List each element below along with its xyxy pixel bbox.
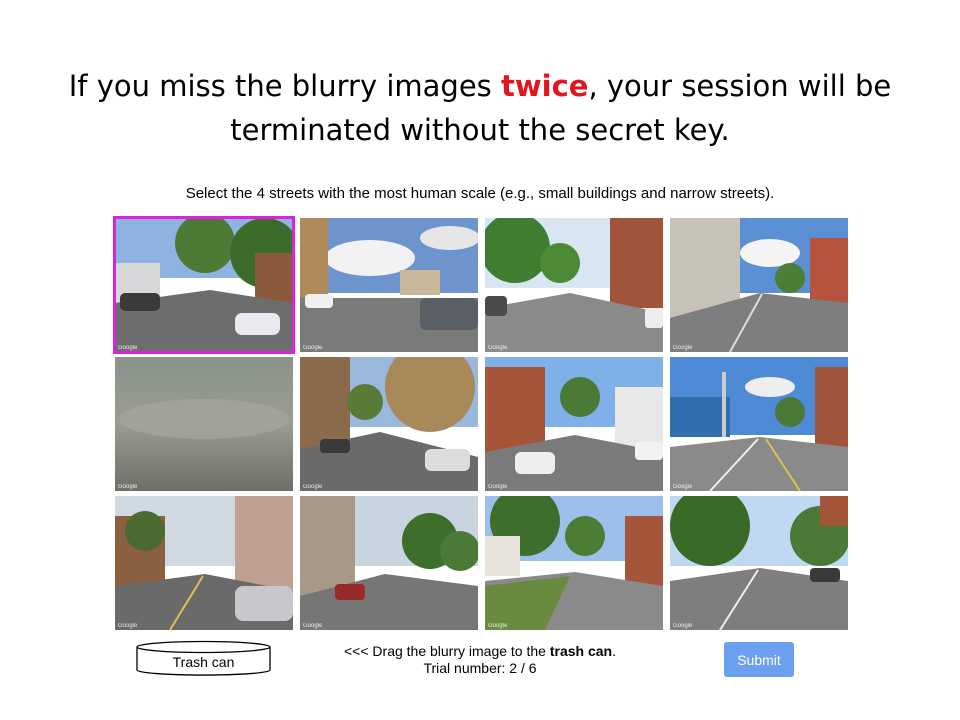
drag-hint-bold: trash can xyxy=(549,643,613,659)
street-image-3[interactable]: Google xyxy=(485,218,663,352)
headline-text-before: If you miss the blurry images xyxy=(68,69,501,103)
street-image-6[interactable]: Google xyxy=(300,357,478,491)
street-photo-4 xyxy=(670,218,848,352)
google-watermark: Google xyxy=(488,623,508,629)
blurry-image[interactable]: Google xyxy=(115,357,293,491)
street-image-10[interactable]: Google xyxy=(300,496,478,630)
street-photo-2 xyxy=(300,218,478,352)
google-watermark: Google xyxy=(673,623,693,629)
google-watermark: Google xyxy=(303,623,323,629)
footer-instructions: <<< Drag the blurry image to the trash c… xyxy=(300,643,660,677)
drag-hint-prefix: <<< Drag the blurry image to the xyxy=(344,643,550,659)
street-photo-8 xyxy=(670,357,848,491)
google-watermark: Google xyxy=(673,345,693,351)
warning-headline: If you miss the blurry images twice, you… xyxy=(40,64,920,152)
street-photo-11 xyxy=(485,496,663,630)
trash-can-label: Trash can xyxy=(172,654,235,670)
street-image-1[interactable]: Google xyxy=(113,216,295,354)
street-photo-1 xyxy=(115,218,293,352)
street-photo-6 xyxy=(300,357,478,491)
trial-number: Trial number: 2 / 6 xyxy=(423,660,537,676)
submit-button[interactable]: Submit xyxy=(724,642,794,677)
street-image-7[interactable]: Google xyxy=(485,357,663,491)
google-watermark: Google xyxy=(488,345,508,351)
street-image-2[interactable]: Google xyxy=(300,218,478,352)
street-photo-9 xyxy=(115,496,293,630)
street-photo-7 xyxy=(485,357,663,491)
street-image-8[interactable]: Google xyxy=(670,357,848,491)
google-watermark: Google xyxy=(118,345,138,351)
street-image-9[interactable]: Google xyxy=(115,496,293,630)
trash-can[interactable]: Trash can xyxy=(136,640,271,676)
street-photo-12 xyxy=(670,496,848,630)
google-watermark: Google xyxy=(118,484,138,490)
street-image-4[interactable]: Google xyxy=(670,218,848,352)
google-watermark: Google xyxy=(118,623,138,629)
street-image-11[interactable]: Google xyxy=(485,496,663,630)
headline-emphasis: twice xyxy=(501,69,589,103)
google-watermark: Google xyxy=(303,484,323,490)
google-watermark: Google xyxy=(488,484,508,490)
google-watermark: Google xyxy=(673,484,693,490)
street-photo-10 xyxy=(300,496,478,630)
drag-hint-suffix: . xyxy=(612,643,616,659)
image-grid: Google Google Google Google Google Googl… xyxy=(113,216,848,630)
task-instruction: Select the 4 streets with the most human… xyxy=(185,185,775,202)
google-watermark: Google xyxy=(303,345,323,351)
street-image-12[interactable]: Google xyxy=(670,496,848,630)
blurry-photo xyxy=(115,357,293,491)
street-photo-3 xyxy=(485,218,663,352)
drag-hint: <<< Drag the blurry image to the trash c… xyxy=(300,643,660,660)
